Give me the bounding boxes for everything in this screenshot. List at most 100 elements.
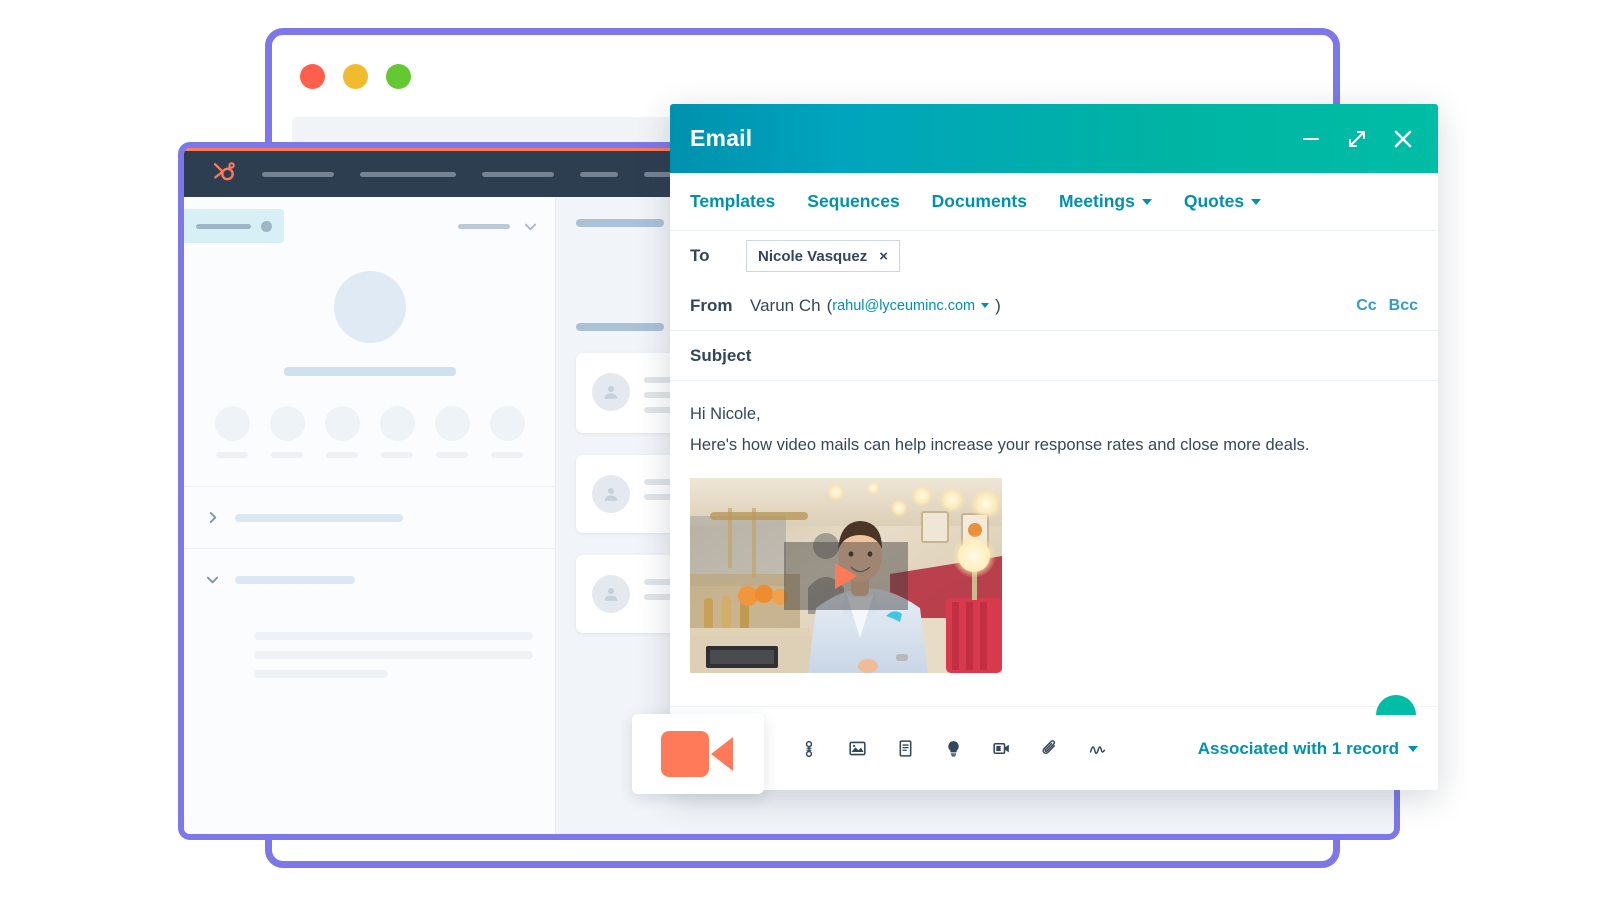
remove-recipient-icon[interactable]: × [879, 249, 888, 264]
tab-quotes[interactable]: Quotes [1183, 191, 1262, 212]
action-label-4 [381, 452, 413, 458]
recipient-chip[interactable]: Nicole Vasquez × [746, 240, 900, 272]
action-icon-1 [214, 406, 250, 441]
action-icon-4 [379, 406, 415, 441]
recipient-name: Nicole Vasquez [758, 247, 868, 265]
sidebar-section-title-1 [235, 513, 403, 522]
email-body-editor[interactable]: Hi Nicole, Here's how video mails can he… [670, 381, 1438, 706]
sidebar-section-expanded[interactable] [184, 548, 555, 610]
content-line-3 [254, 670, 388, 678]
action-label-2 [271, 452, 303, 458]
bcc-link[interactable]: Bcc [1389, 297, 1418, 315]
breadcrumb-row [184, 197, 555, 257]
chevron-down-icon[interactable] [981, 303, 990, 308]
record-selector[interactable] [458, 220, 537, 233]
email-titlebar: Email [670, 104, 1438, 173]
maximize-dot[interactable] [386, 63, 411, 89]
video-record-tile[interactable] [632, 714, 764, 794]
action-icon-2 [269, 406, 305, 441]
contact-name-placeholder [283, 367, 456, 376]
tab-documents[interactable]: Documents [932, 191, 1027, 212]
contact-action-1[interactable] [214, 406, 250, 458]
nav-item-3[interactable] [482, 171, 554, 177]
to-label: To [690, 246, 710, 265]
from-name: Varun Ch [750, 295, 821, 315]
tab-templates[interactable]: Templates [690, 191, 775, 212]
avatar [592, 373, 630, 411]
tab-quotes-label: Quotes [1183, 191, 1245, 211]
contact-action-6[interactable] [489, 406, 525, 458]
contact-action-row [184, 406, 555, 458]
action-label-3 [326, 452, 358, 458]
insights-lightbulb-icon[interactable] [942, 738, 964, 760]
chevron-down-icon [524, 223, 537, 230]
image-icon[interactable] [846, 738, 868, 760]
action-icon-5 [434, 406, 470, 441]
video-thumbnail[interactable] [690, 478, 1002, 674]
action-icon-6 [489, 406, 525, 441]
feed-heading-2 [576, 323, 664, 331]
content-line-2 [254, 651, 533, 659]
screenshot-root: Email Templates Sequences Documents Meet… [0, 0, 1600, 900]
email-toolbar: Associated with 1 record [670, 695, 1438, 790]
record-selector-label [458, 223, 510, 229]
contact-action-4[interactable] [379, 406, 415, 458]
email-compose-window: Email Templates Sequences Documents Meet… [670, 104, 1438, 790]
tab-meetings-label: Meetings [1058, 191, 1135, 211]
chevron-down-icon [1141, 198, 1152, 205]
contact-action-5[interactable] [434, 406, 470, 458]
nav-item-4[interactable] [580, 171, 618, 177]
window-controls [1298, 126, 1416, 152]
subject-label: Subject [690, 345, 752, 365]
subject-field-row[interactable]: Subject [670, 331, 1438, 381]
nav-item-1[interactable] [262, 171, 334, 177]
contact-avatar [333, 271, 406, 343]
breadcrumb-chip[interactable] [184, 209, 284, 243]
person-icon [604, 588, 618, 601]
sidebar-section-content [184, 610, 555, 706]
association-dropdown[interactable]: Associated with 1 record [1198, 739, 1418, 759]
from-email-address[interactable]: rahul@lyceuminc.com [832, 298, 975, 314]
avatar [592, 575, 630, 613]
close-button[interactable] [1390, 126, 1416, 152]
video-icon[interactable] [990, 738, 1012, 760]
action-label-5 [436, 452, 468, 458]
breadcrumb-label [196, 223, 252, 229]
chevron-down-icon [1408, 745, 1418, 752]
contact-action-3[interactable] [324, 406, 360, 458]
sidebar-section-title-2 [235, 575, 355, 584]
expand-button[interactable] [1344, 126, 1370, 152]
person-icon [604, 386, 618, 399]
contact-sidebar [184, 197, 556, 834]
association-label: Associated with 1 record [1197, 738, 1399, 758]
tab-documents-label: Documents [931, 191, 1027, 211]
breadcrumb-avatar [261, 220, 272, 232]
document-icon[interactable] [894, 738, 916, 760]
content-line-1 [254, 632, 533, 640]
cc-link[interactable]: Cc [1356, 297, 1376, 315]
tab-sequences[interactable]: Sequences [807, 191, 899, 212]
signature-icon[interactable] [1086, 738, 1108, 760]
avatar [592, 475, 630, 513]
body-paragraph: Here's how video mails can help increase… [690, 435, 1310, 454]
action-label-6 [491, 452, 523, 458]
chevron-down-icon [206, 576, 219, 584]
video-camera-icon [661, 731, 733, 777]
link-icon[interactable] [798, 738, 820, 760]
sidebar-section-collapsed[interactable] [184, 486, 555, 548]
play-button[interactable] [784, 541, 908, 610]
send-button[interactable] [1376, 695, 1416, 715]
minimize-button[interactable] [1298, 126, 1324, 152]
action-label-1 [216, 452, 248, 458]
attachment-paperclip-icon[interactable] [1038, 738, 1060, 760]
close-dot[interactable] [300, 63, 325, 89]
tab-meetings[interactable]: Meetings [1059, 191, 1152, 212]
minimize-dot[interactable] [343, 63, 368, 89]
email-tab-bar: Templates Sequences Documents Meetings Q… [670, 173, 1438, 231]
nav-item-2[interactable] [360, 171, 456, 177]
feed-heading-1 [576, 219, 664, 227]
hubspot-logo[interactable] [210, 161, 236, 187]
from-label: From [690, 295, 733, 315]
chevron-down-icon [1251, 198, 1262, 205]
contact-action-2[interactable] [269, 406, 305, 458]
